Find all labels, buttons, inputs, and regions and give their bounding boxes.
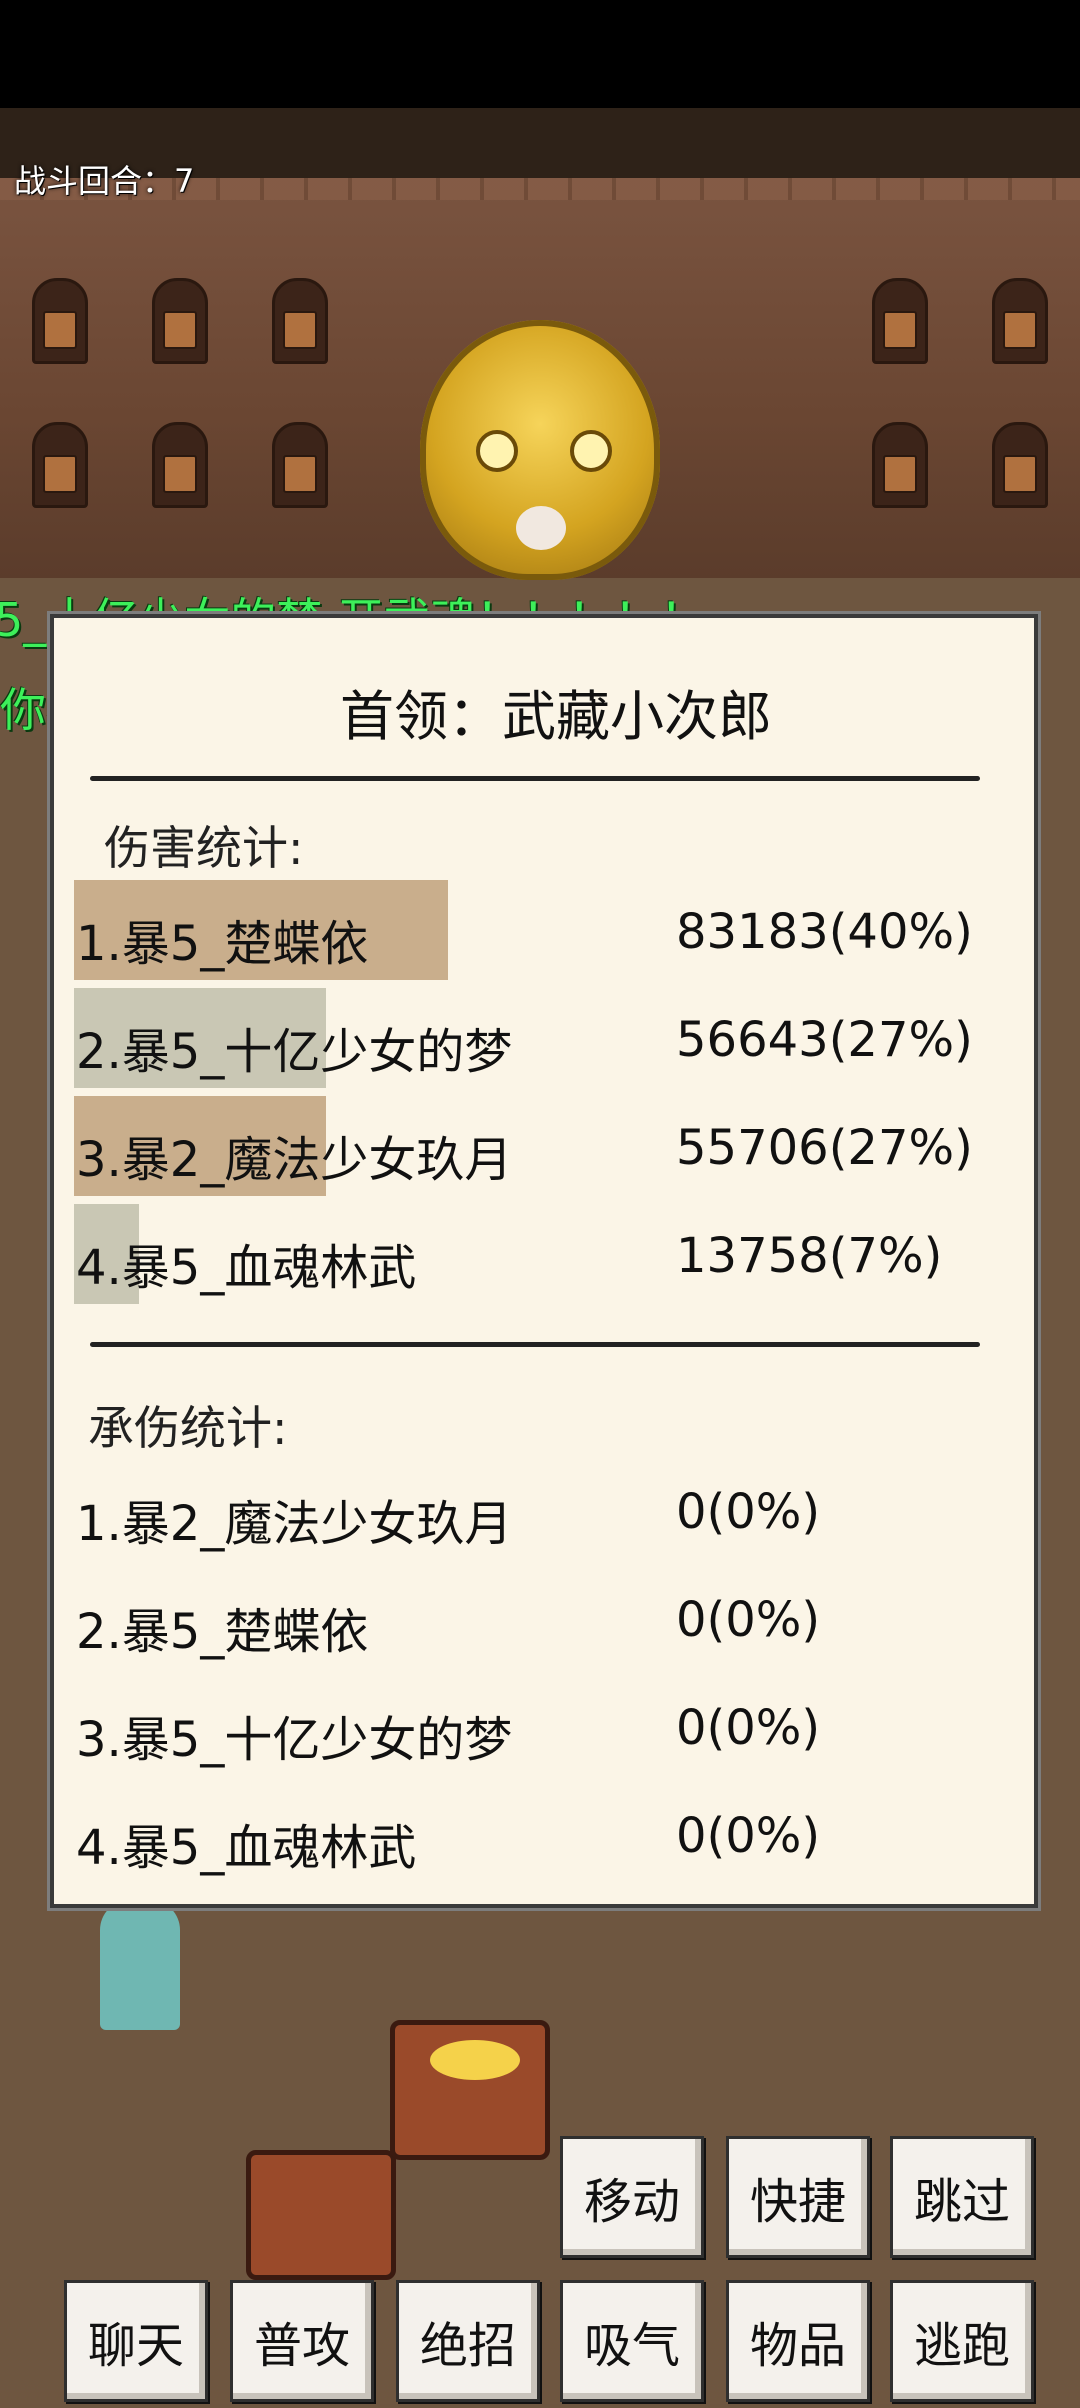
damage-row: 4.暴5_血魂林武 13758(7%) [74,1204,964,1304]
items-button[interactable]: 物品 [726,2280,870,2402]
damage-taken-value: 0(0%) [676,1808,821,1864]
wall-chest-icon [272,278,328,364]
player-name: 4.暴5_血魂林武 [76,1820,417,1876]
ultimate-button[interactable]: 绝招 [396,2280,540,2402]
divider [90,1342,980,1347]
wall-chest-icon [272,422,328,508]
treasure-chest-icon [246,2150,396,2280]
player-name: 1.暴5_楚蝶依 [76,916,369,972]
flee-button[interactable]: 逃跑 [890,2280,1034,2402]
damage-value: 55706(27%) [676,1120,973,1176]
damage-value: 56643(27%) [676,1012,973,1068]
damage-taken-label: 承伤统计: [88,1401,288,1455]
boss-title: 首领：武藏小次郎 [340,685,772,748]
damage-row: 3.暴2_魔法少女玖月 55706(27%) [74,1096,973,1196]
damage-row: 1.暴5_楚蝶依 83183(40%) [74,880,973,980]
player-name: 3.暴2_魔法少女玖月 [76,1132,513,1188]
beast-eye [570,430,612,472]
wall-chest-icon [992,278,1048,364]
damage-taken-row: 1.暴2_魔法少女玖月 0(0%) [74,1460,964,1560]
attack-button[interactable]: 普攻 [230,2280,374,2402]
beast-tongue [516,506,566,550]
golden-beast-emblem [420,320,660,580]
player-name: 2.暴5_楚蝶依 [76,1604,369,1660]
wall-chest-icon [152,422,208,508]
move-button[interactable]: 移动 [560,2136,704,2258]
breathe-button[interactable]: 吸气 [560,2280,704,2402]
chat-button[interactable]: 聊天 [64,2280,208,2402]
damage-taken-row: 4.暴5_血魂林武 0(0%) [74,1784,964,1884]
damage-taken-row: 2.暴5_楚蝶依 0(0%) [74,1568,964,1668]
damage-taken-value: 0(0%) [676,1592,821,1648]
player-name: 3.暴5_十亿少女的梦 [76,1712,513,1768]
status-bar [0,0,1080,108]
damage-value: 13758(7%) [676,1228,943,1284]
wall-chest-icon [152,278,208,364]
damage-taken-value: 0(0%) [676,1700,821,1756]
wall-chest-icon [872,278,928,364]
divider [90,776,980,781]
beast-eye [476,430,518,472]
wall-chest-icon [32,422,88,508]
skip-button[interactable]: 跳过 [890,2136,1034,2258]
gold-coin-icon [430,2040,520,2080]
player-character[interactable] [100,1900,180,2030]
wall-chest-icon [872,422,928,508]
damage-value: 83183(40%) [676,904,973,960]
player-name: 4.暴5_血魂林武 [76,1240,417,1296]
damage-stats-label: 伤害统计: [104,821,304,875]
player-name: 1.暴2_魔法少女玖月 [76,1496,513,1552]
battle-round-label: 战斗回合：7 [14,162,195,200]
player-name: 2.暴5_十亿少女的梦 [76,1024,513,1080]
damage-taken-value: 0(0%) [676,1484,821,1540]
damage-taken-row: 3.暴5_十亿少女的梦 0(0%) [74,1676,964,1776]
shortcut-button[interactable]: 快捷 [726,2136,870,2258]
wall-chest-icon [32,278,88,364]
damage-row: 2.暴5_十亿少女的梦 56643(27%) [74,988,973,1088]
wall-chest-icon [992,422,1048,508]
